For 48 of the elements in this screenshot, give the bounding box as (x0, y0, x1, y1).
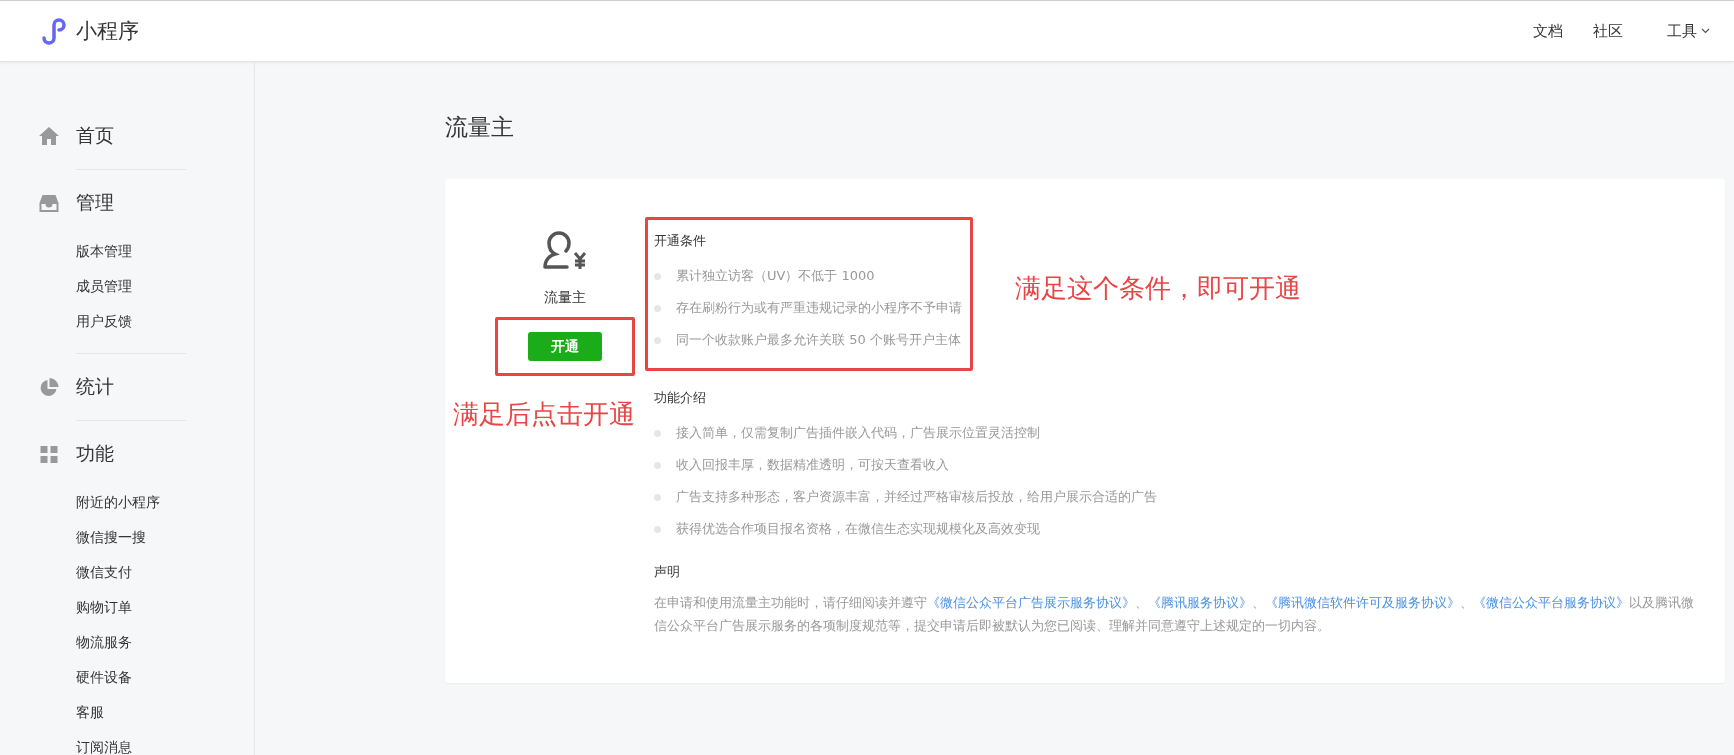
pie-chart-icon (38, 377, 60, 397)
bullet-icon (654, 336, 661, 344)
sidebar-item[interactable]: 微信支付 (76, 562, 254, 583)
nav-link[interactable]: 社区 (1593, 21, 1623, 41)
sidebar-item[interactable]: 成员管理 (76, 276, 254, 297)
feature-text: 接入简单，仅需复制广告插件嵌入代码，广告展示位置灵活控制 (676, 424, 1040, 442)
sidebar-item[interactable]: 版本管理 (76, 241, 254, 262)
annotation-text: 满足后点击开通 (453, 398, 635, 431)
chevron-down-icon (1701, 28, 1710, 34)
bullet-icon (654, 429, 661, 437)
agreement-link[interactable]: 《腾讯服务协议》 (1148, 595, 1252, 610)
sidebar-item[interactable]: 硬件设备 (76, 667, 254, 688)
feature-text: 收入回报丰厚，数据精准透明，可按天查看收入 (676, 456, 949, 474)
condition-text: 存在刷粉行为或有严重违规记录的小程序不予申请 (676, 299, 962, 317)
agreement-link[interactable]: 《微信公众平台广告展示服务协议》 (927, 595, 1135, 610)
inbox-icon (38, 194, 60, 212)
sidebar-item[interactable]: 客服 (76, 702, 254, 723)
sidebar-section[interactable]: 统计 (76, 374, 114, 400)
bullet-icon (654, 493, 661, 501)
feature-text: 获得优选合作项目报名资格，在微信生态实现规模化及高效变现 (676, 520, 1040, 538)
sidebar-section[interactable]: 管理 (76, 190, 114, 216)
section-title: 声明 (654, 563, 681, 581)
sidebar-item[interactable]: 微信搜一搜 (76, 527, 254, 548)
bullet-icon (654, 461, 661, 469)
bullet-icon (654, 304, 661, 312)
feature-text: 广告支持多种形态，客户资源丰富，并经过严格审核后投放，给用户展示合适的广告 (676, 488, 1157, 506)
sidebar-section[interactable]: 首页 (76, 123, 114, 149)
sidebar-item[interactable]: 购物订单 (76, 597, 254, 618)
page-title: 流量主 (445, 113, 515, 142)
annotation-text: 满足这个条件，即可开通 (1015, 272, 1301, 305)
section-title: 功能介绍 (654, 389, 707, 407)
section-title: 开通条件 (654, 232, 707, 250)
tools-menu[interactable]: 工具 (1667, 21, 1710, 41)
logo-text: 小程序 (76, 18, 139, 45)
grid-icon (38, 445, 60, 463)
nav-link[interactable]: 文档 (1533, 21, 1563, 41)
sidebar-section[interactable]: 功能 (76, 441, 114, 467)
sidebar-item[interactable]: 物流服务 (76, 632, 254, 653)
icon-label: 流量主 (544, 289, 586, 307)
agreement-link[interactable]: 《微信公众平台服务协议》 (1473, 595, 1629, 610)
condition-text: 累计独立访客（UV）不低于 1000 (676, 267, 875, 285)
sidebar-item[interactable]: 附近的小程序 (76, 492, 254, 513)
sidebar-item[interactable]: 订阅消息 (76, 737, 254, 755)
home-icon (38, 127, 60, 145)
bullet-icon (654, 272, 661, 280)
declaration-paragraph: 在申请和使用流量主功能时，请仔细阅读并遵守《微信公众平台广告展示服务协议》、《腾讯服务协议》、《腾讯微信软件许可及服务协议》、《微信公众平台服务协议》以及腾讯微信公众平台广告展示服务的各项制度规范等，提交申请后即被默认为您已阅读、理解并同意遵守上述规定的一切内容。 (654, 594, 1695, 635)
sidebar-item[interactable]: 用户反馈 (76, 311, 254, 332)
bullet-icon (654, 525, 661, 533)
